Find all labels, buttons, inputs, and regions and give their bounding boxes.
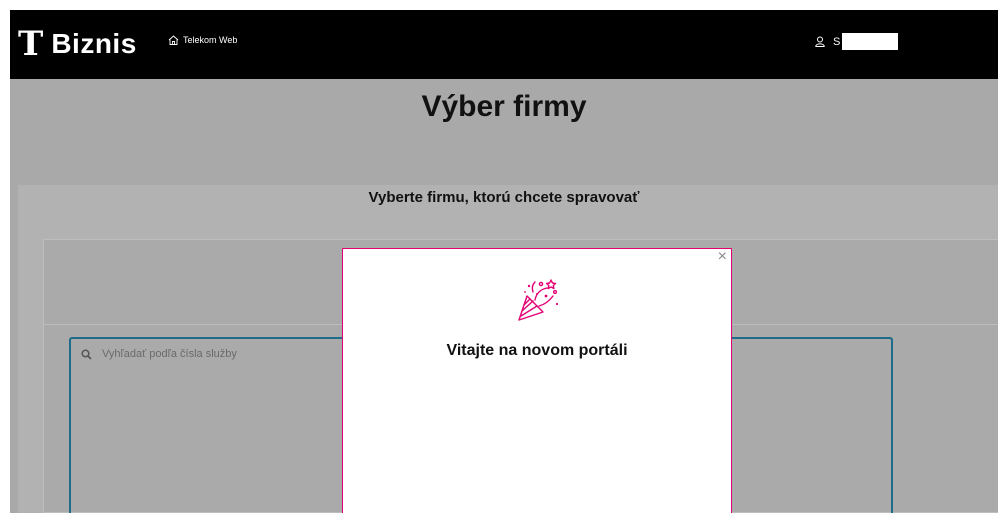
party-popper-icon (518, 279, 559, 321)
close-icon[interactable]: × (718, 249, 727, 265)
modal-title: Vitajte na novom portáli (446, 342, 628, 359)
user-icon (815, 36, 825, 47)
search-icon (81, 348, 92, 360)
user-name: S (833, 35, 841, 48)
page-title: Výber firmy (421, 90, 587, 123)
user-menu[interactable]: S (815, 33, 899, 50)
search-placeholder: Vyhľadať podľa čísla služby (102, 348, 237, 360)
top-navigation-bar: T Biznis Telekom Web S (10, 10, 998, 79)
welcome-modal: × Vitajte na novom portáli (342, 248, 732, 513)
home-icon (168, 35, 179, 45)
search-row: Vyhľadať podľa čísla služby (81, 348, 237, 360)
logo-mark: T (18, 24, 44, 64)
redacted-user-name (842, 33, 899, 50)
page-subtitle: Vyberte firmu, ktorú chcete spravovať (368, 189, 640, 206)
logo-text: Biznis (51, 28, 137, 59)
telekom-web-link[interactable]: Telekom Web (168, 35, 237, 45)
telekom-biznis-logo[interactable]: T Biznis (18, 26, 137, 62)
home-link-label: Telekom Web (183, 35, 238, 45)
